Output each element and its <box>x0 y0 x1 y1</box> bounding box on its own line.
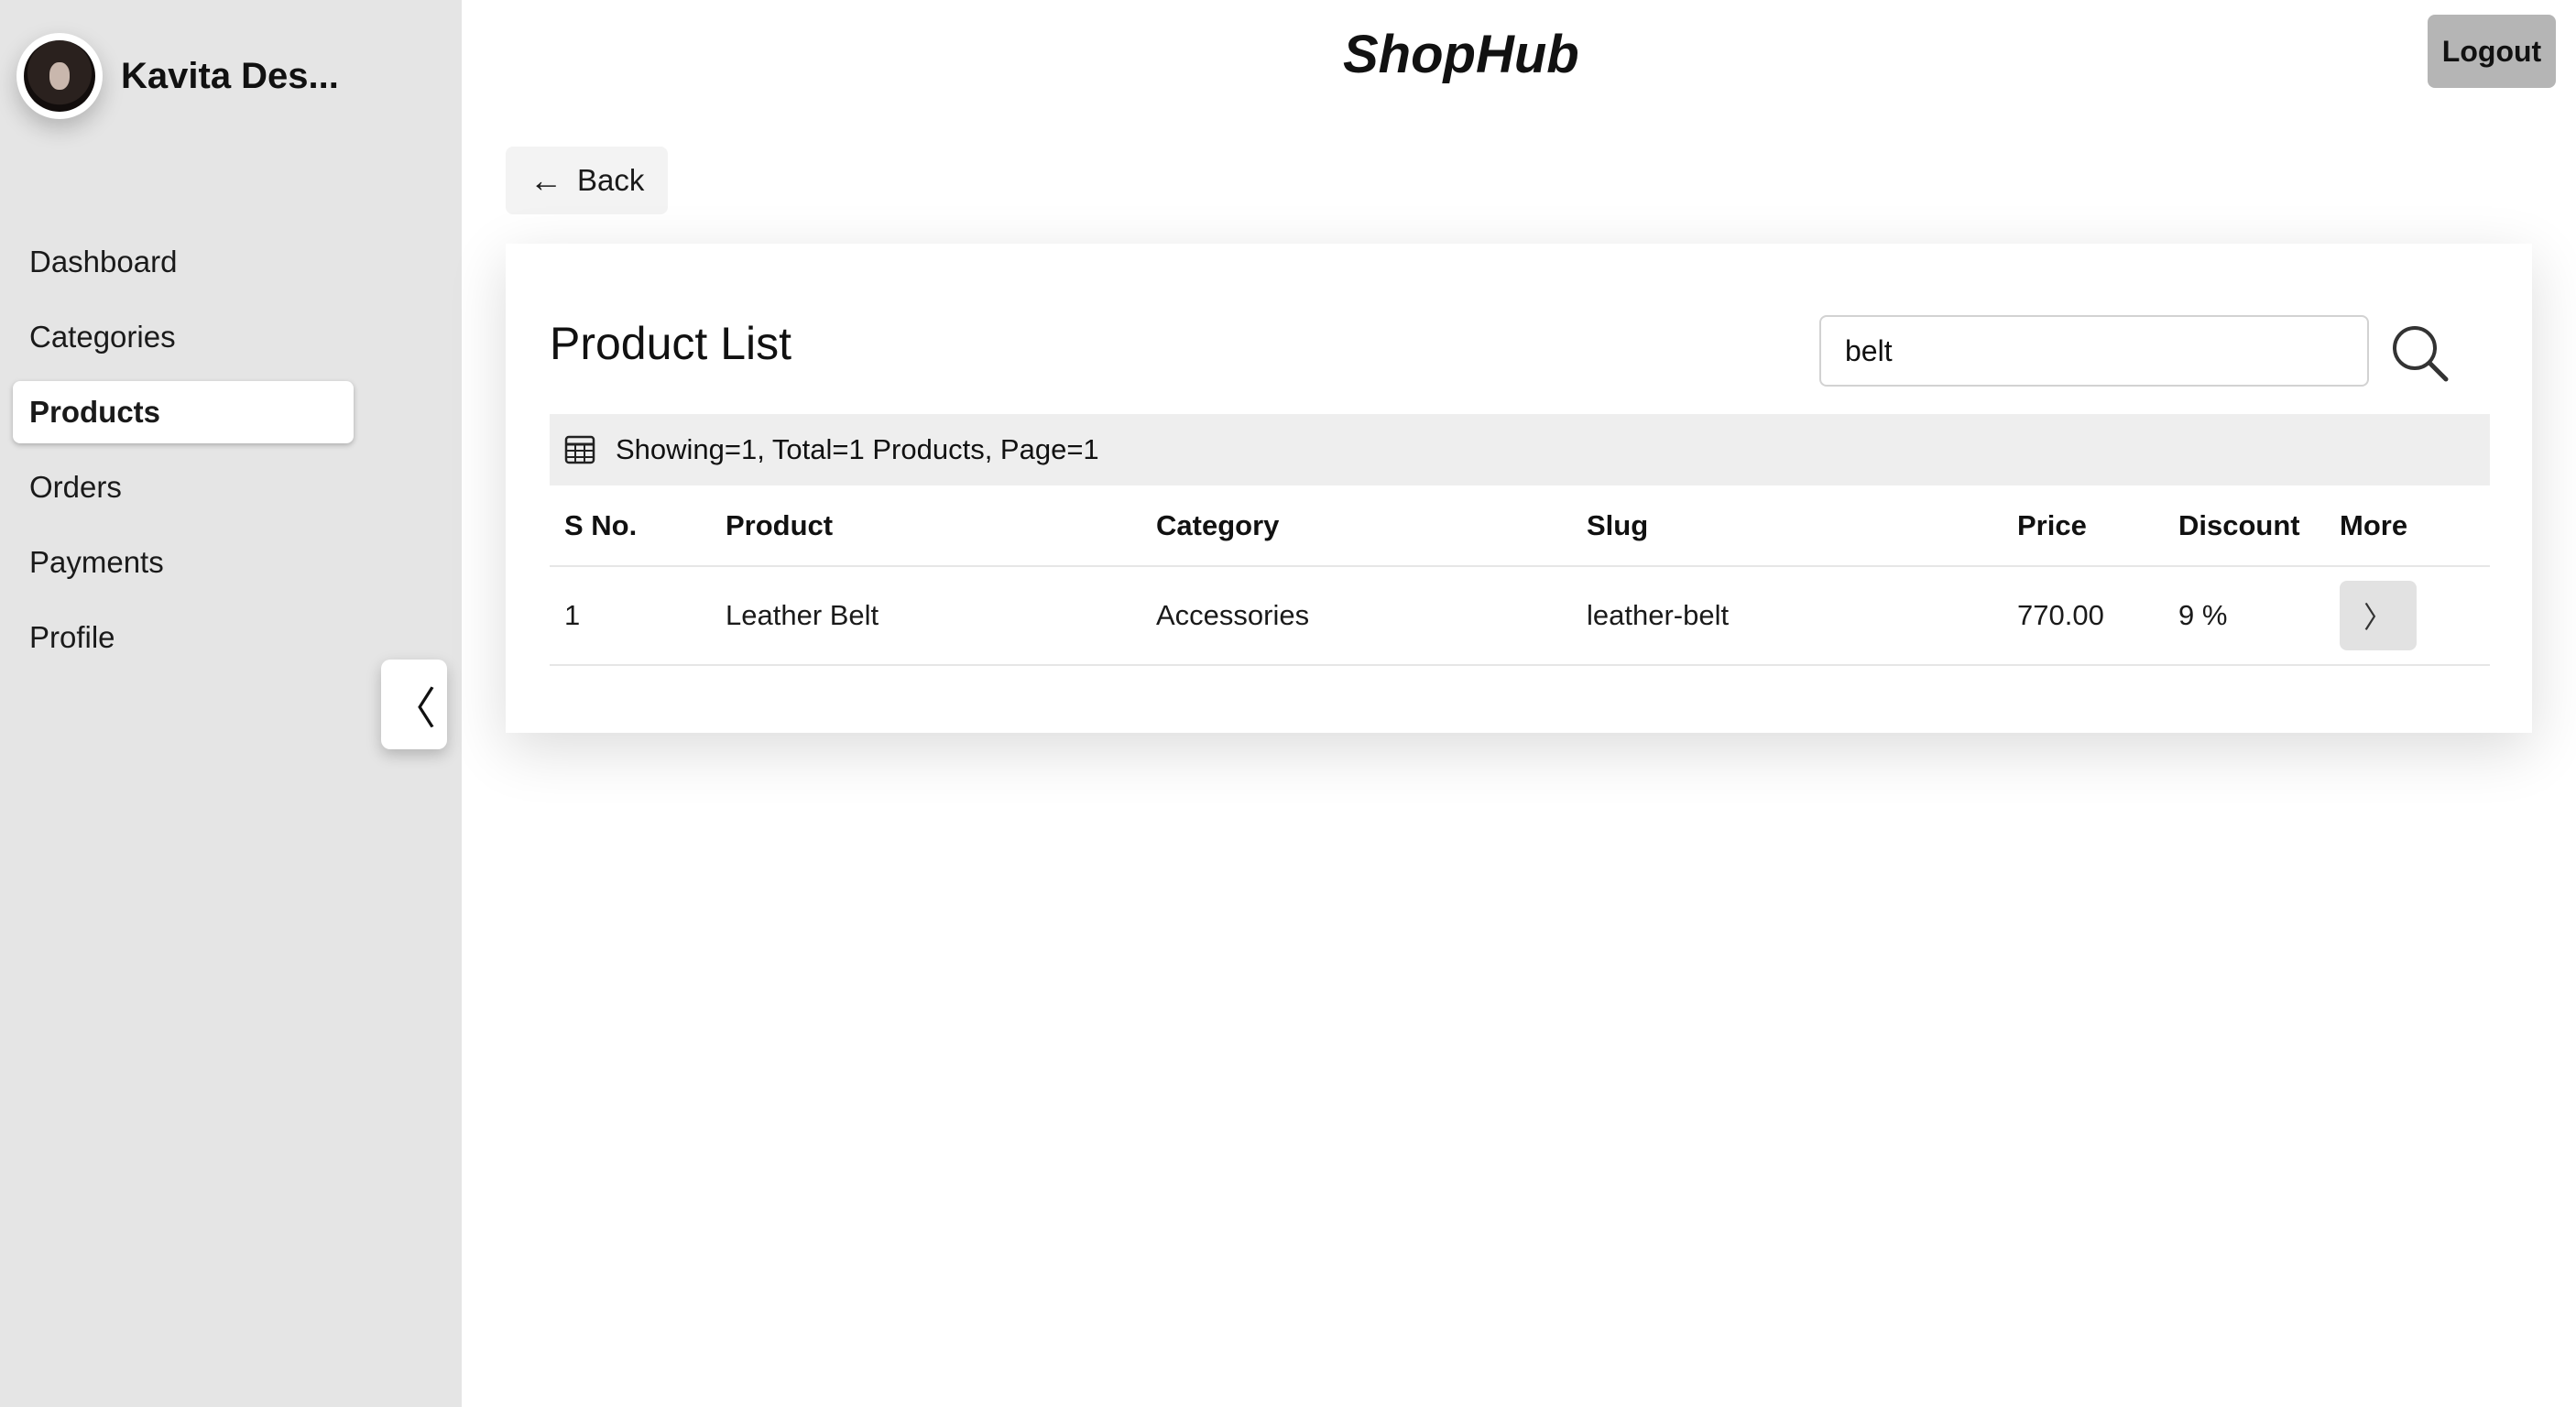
sidebar-item-products[interactable]: Products <box>13 381 354 443</box>
cell-more: 〉 <box>2325 566 2490 666</box>
sidebar-collapse-button[interactable]: 〈 <box>381 660 447 749</box>
products-table: S No. Product Category Slug Price Discou… <box>550 485 2490 666</box>
column-header-product: Product <box>711 485 1141 567</box>
cell-product: Leather Belt <box>711 566 1141 666</box>
cell-price: 770.00 <box>2003 566 2164 666</box>
table-row: 1 Leather Belt Accessories leather-belt … <box>550 566 2490 666</box>
column-header-category: Category <box>1141 485 1572 567</box>
results-summary-text: Showing=1, Total=1 Products, Page=1 <box>616 433 1099 465</box>
arrow-left-icon: ← <box>529 161 562 199</box>
chevron-right-icon: 〉 <box>2363 601 2393 634</box>
sidebar: Kavita Des... Dashboard Categories Produ… <box>0 0 462 1407</box>
cell-sno: 1 <box>550 566 711 666</box>
chevron-left-icon: 〈 <box>391 685 436 734</box>
column-header-more: More <box>2325 485 2490 567</box>
brand-logo: ShopHub <box>1343 25 1579 84</box>
sidebar-item-payments[interactable]: Payments <box>13 531 354 594</box>
table-icon <box>564 435 595 464</box>
more-details-button[interactable]: 〉 <box>2340 581 2417 650</box>
back-button[interactable]: ← Back <box>506 147 669 214</box>
back-label: Back <box>577 163 645 197</box>
table-header-row: S No. Product Category Slug Price Discou… <box>550 485 2490 567</box>
sidebar-nav: Dashboard Categories Products Orders Pay… <box>13 231 354 682</box>
cell-category: Accessories <box>1141 566 1572 666</box>
sidebar-item-dashboard[interactable]: Dashboard <box>13 231 354 293</box>
column-header-price: Price <box>2003 485 2164 567</box>
avatar[interactable] <box>16 33 103 119</box>
column-header-sno: S No. <box>550 485 711 567</box>
avatar-image <box>24 40 95 112</box>
product-list-card: Product List Showing=1, Total=1 Products… <box>506 244 2532 733</box>
search-button[interactable] <box>2387 321 2451 385</box>
user-name: Kavita Des... <box>121 55 339 96</box>
sidebar-item-orders[interactable]: Orders <box>13 456 354 518</box>
logout-button[interactable]: Logout <box>2428 15 2556 88</box>
column-header-discount: Discount <box>2164 485 2325 567</box>
sidebar-item-categories[interactable]: Categories <box>13 306 354 368</box>
results-summary-bar: Showing=1, Total=1 Products, Page=1 <box>550 414 2490 485</box>
search-input[interactable] <box>1819 315 2369 387</box>
user-profile: Kavita Des... <box>16 33 339 119</box>
search-icon <box>2393 326 2449 382</box>
cell-discount: 9 % <box>2164 566 2325 666</box>
page-title: Product List <box>550 318 792 369</box>
cell-slug: leather-belt <box>1572 566 2003 666</box>
sidebar-item-profile[interactable]: Profile <box>13 606 354 669</box>
column-header-slug: Slug <box>1572 485 2003 567</box>
